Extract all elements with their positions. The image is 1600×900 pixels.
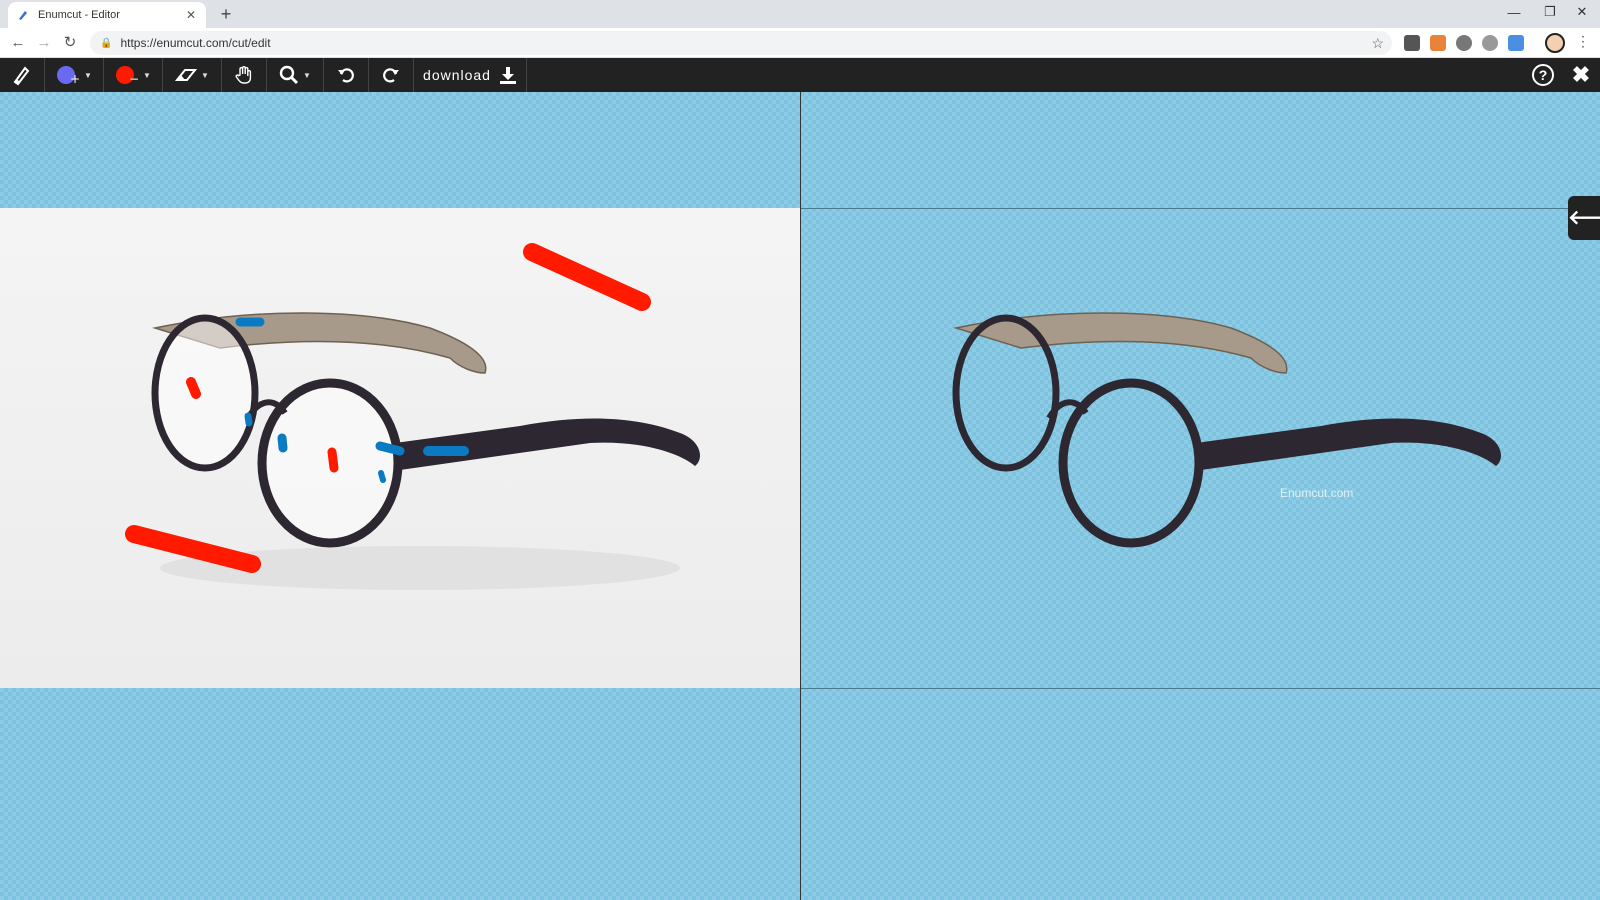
image-bounds-bottom-line (801, 688, 1600, 689)
forward-arrow-icon[interactable]: → (34, 33, 54, 53)
svg-text:+: + (70, 72, 80, 85)
glasses-photo-image (125, 243, 700, 590)
browser-menu-icon[interactable]: ⋮ (1576, 33, 1590, 50)
tab-close-icon[interactable]: ✕ (184, 8, 198, 22)
editor-canvas: Enumcut.com 🡐 (0, 92, 1600, 900)
undo-button[interactable] (324, 58, 368, 92)
profile-avatar[interactable] (1545, 33, 1565, 53)
toolbar-separator (526, 58, 527, 92)
extension-icon[interactable] (1482, 35, 1498, 51)
help-button[interactable]: ? (1532, 64, 1554, 86)
extension-icon[interactable] (1404, 35, 1420, 51)
chevron-down-icon: ▼ (84, 70, 92, 80)
redo-icon (383, 68, 399, 83)
url-text[interactable]: https://enumcut.com/cut/edit (120, 36, 1371, 50)
edit-pen-icon[interactable] (0, 58, 44, 92)
extension-icon[interactable] (1508, 35, 1524, 51)
restore-button[interactable]: ❐ (1532, 0, 1568, 24)
chevron-down-icon: ▼ (303, 70, 311, 80)
original-photo[interactable] (0, 208, 800, 688)
download-icon (499, 67, 516, 84)
new-tab-button[interactable]: + (216, 4, 236, 24)
hand-icon (235, 66, 252, 84)
minimize-button[interactable]: — (1496, 0, 1532, 24)
enumcut-favicon-icon (16, 8, 30, 22)
browser-tab-bar: Enumcut - Editor ✕ + — ❐ ✕ (0, 0, 1600, 28)
side-panel-toggle-arrow-icon[interactable]: 🡐 (1568, 196, 1600, 240)
result-pane[interactable]: Enumcut.com (801, 92, 1600, 900)
remove-marker-icon: − (116, 66, 139, 85)
foreground-marker-tool[interactable]: + ▼ (45, 58, 103, 92)
tab-title: Enumcut - Editor (38, 9, 120, 21)
undo-icon (338, 68, 354, 83)
svg-text:−: − (129, 72, 139, 85)
zoom-tool[interactable]: ▼ (267, 58, 323, 92)
extension-icon[interactable] (1430, 35, 1446, 51)
url-omnibox[interactable]: 🔒 https://enumcut.com/cut/edit ☆ (90, 31, 1392, 55)
window-close-button[interactable]: ✕ (1564, 0, 1600, 24)
browser-tab[interactable]: Enumcut - Editor ✕ (8, 2, 206, 28)
bookmark-star-icon[interactable]: ☆ (1371, 35, 1384, 52)
download-button[interactable]: download (414, 58, 526, 92)
magnifier-icon (279, 65, 299, 85)
browser-address-bar: ← → ↻ 🔒 https://enumcut.com/cut/edit ☆ ⋮ (0, 28, 1600, 58)
original-image-pane[interactable] (0, 92, 800, 900)
editor-toolbar: + ▼ − ▼ ▼ ▼ download (0, 58, 1600, 92)
cutout-result[interactable]: Enumcut.com (801, 208, 1600, 688)
chevron-down-icon: ▼ (143, 70, 151, 80)
watermark-text: Enumcut.com (1280, 486, 1354, 500)
back-arrow-icon[interactable]: ← (8, 33, 28, 53)
lock-icon: 🔒 (100, 37, 113, 49)
glasses-cutout-image (952, 312, 1501, 548)
reload-icon[interactable]: ↻ (60, 33, 80, 53)
close-editor-button[interactable]: ✖ (1568, 60, 1594, 90)
eraser-tool[interactable]: ▼ (163, 58, 221, 92)
pan-hand-tool[interactable] (222, 58, 266, 92)
eraser-icon (175, 69, 198, 81)
chevron-down-icon: ▼ (201, 70, 209, 80)
redo-button[interactable] (369, 58, 413, 92)
extension-icon[interactable] (1456, 35, 1472, 51)
background-marker-tool[interactable]: − ▼ (104, 58, 162, 92)
add-marker-icon: + (57, 66, 80, 85)
download-label: download (423, 67, 491, 83)
